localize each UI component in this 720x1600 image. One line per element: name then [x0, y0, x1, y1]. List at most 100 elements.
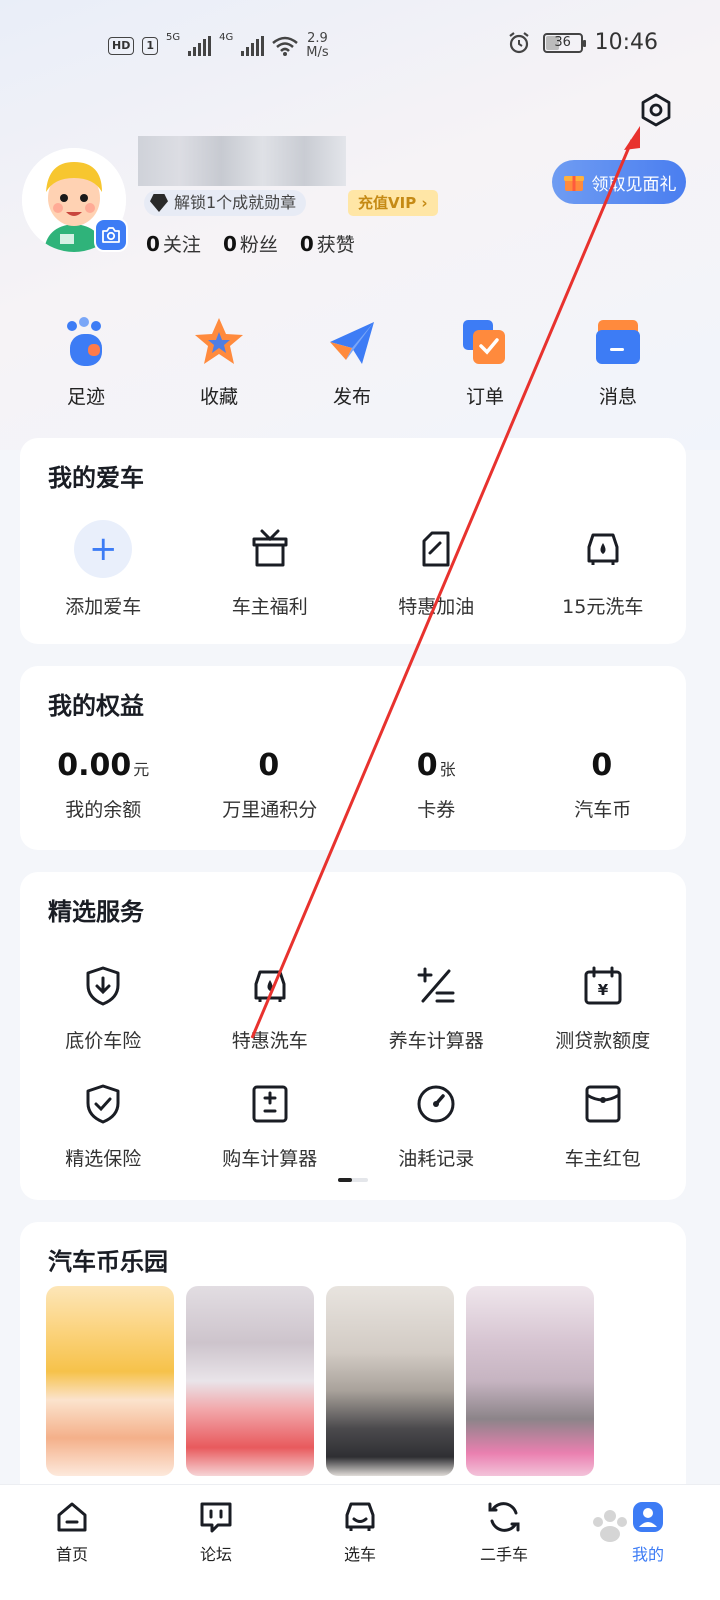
home-icon	[57, 1502, 87, 1532]
benefits-title: 我的权益	[48, 692, 144, 720]
cell-label: 我的余额	[65, 799, 142, 821]
cell-label: 油耗记录	[398, 1148, 475, 1170]
sim-indicator: 1	[142, 37, 158, 55]
discount-fuel-button[interactable]: 特惠加油	[353, 520, 520, 619]
network-speed: 2.9 M/s	[306, 32, 328, 60]
quick-action-favorites[interactable]: 收藏	[174, 314, 264, 409]
service-fuel-record[interactable]: 油耗记录	[353, 1080, 520, 1171]
quick-action-messages[interactable]: 消息	[573, 314, 663, 409]
stat-label: 关注	[162, 234, 201, 256]
battery-level: 36	[554, 34, 571, 50]
vip-arrow: ›	[421, 194, 428, 212]
service-discount-car-wash[interactable]: 特惠洗车	[187, 962, 354, 1053]
cell-label: 万里通积分	[222, 799, 318, 821]
unit: 张	[439, 760, 456, 779]
cell-label: 养车计算器	[388, 1030, 484, 1052]
calculator-icon	[417, 967, 455, 1003]
claim-gift-button[interactable]: 领取见面礼	[552, 160, 686, 204]
product-tile-3[interactable]	[326, 1286, 454, 1476]
settings-button[interactable]	[636, 90, 676, 130]
product-tile-2[interactable]	[186, 1286, 314, 1476]
service-loan-quota[interactable]: ¥ 测贷款额度	[520, 962, 687, 1053]
nav-select-car[interactable]: 选车	[288, 1485, 432, 1600]
nav-label: 选车	[343, 1545, 376, 1564]
cell-label: 添加爱车	[65, 596, 142, 618]
stat-following[interactable]: 0 关注	[146, 230, 201, 257]
stat-followers[interactable]: 0 粉丝	[223, 230, 278, 257]
add-car-button[interactable]: + 添加爱车	[20, 520, 187, 619]
signal-icon	[188, 36, 212, 56]
cell-label: 精选保险	[65, 1148, 142, 1170]
nav-home[interactable]: 首页	[0, 1485, 144, 1600]
car-coins-item[interactable]: 0 汽车币	[520, 748, 687, 822]
watermark-logo	[593, 1510, 627, 1542]
nav-label: 论坛	[199, 1545, 232, 1564]
quick-action-label: 发布	[332, 386, 371, 408]
camera-icon	[102, 227, 120, 243]
cell-label: 车主红包	[564, 1148, 641, 1170]
quick-action-orders[interactable]: 订单	[440, 314, 530, 409]
my-car-card: 我的爱车 + 添加爱车 车主福利 特惠加油 15元洗车	[20, 438, 686, 644]
wifi-icon	[272, 36, 299, 56]
service-maintenance-calculator[interactable]: 养车计算器	[353, 962, 520, 1053]
cell-label: 购车计算器	[222, 1148, 318, 1170]
services-title: 精选服务	[48, 898, 144, 926]
gift-icon	[563, 176, 584, 191]
unit: 元	[133, 760, 150, 779]
number: 0	[416, 748, 438, 783]
network-4g-label: 4G	[219, 32, 234, 43]
quick-action-label: 收藏	[199, 386, 238, 408]
quick-actions: 足迹 收藏 发布 订单 消息	[0, 314, 720, 414]
plus-icon: +	[74, 520, 133, 578]
red-envelope-icon	[585, 1085, 621, 1123]
car-wash-icon	[254, 970, 286, 1002]
cell-label: 卡券	[417, 799, 456, 821]
speed-unit: M/s	[306, 45, 329, 60]
clock: 10:46	[594, 30, 658, 55]
settings-hexagon-icon	[641, 93, 671, 127]
svg-text:¥: ¥	[598, 981, 609, 999]
service-low-price-insurance[interactable]: 底价车险	[20, 962, 187, 1053]
vip-recharge-button[interactable]: 充值VIP ›	[348, 190, 438, 216]
coin-park-title: 汽车币乐园	[48, 1248, 168, 1276]
service-owner-red-envelope[interactable]: 车主红包	[520, 1080, 687, 1171]
stat-likes[interactable]: 0 获赞	[300, 230, 355, 257]
cell-label: 汽车币	[574, 799, 632, 821]
service-purchase-calculator[interactable]: 购车计算器	[187, 1080, 354, 1171]
car-wash-15-button[interactable]: 15元洗车	[520, 520, 687, 619]
cell-label: 15元洗车	[562, 596, 644, 618]
quick-action-publish[interactable]: 发布	[307, 314, 397, 409]
cell-label: 底价车险	[65, 1030, 142, 1052]
username-blurred	[138, 136, 346, 186]
benefits-card: 我的权益 0.00 元 我的余额 0 万里通积分 0张 卡券 0 汽车币	[20, 666, 686, 850]
page-indicator	[338, 1178, 368, 1182]
order-icon	[463, 320, 505, 364]
calculator-box-icon	[252, 1085, 288, 1123]
forum-icon	[200, 1502, 232, 1533]
service-selected-insurance[interactable]: 精选保险	[20, 1080, 187, 1171]
change-avatar-button[interactable]	[94, 218, 128, 252]
stat-count: 0	[222, 232, 237, 256]
quick-action-label: 消息	[598, 386, 637, 408]
alarm-icon	[508, 31, 529, 53]
quick-action-footprint[interactable]: 足迹	[41, 314, 131, 409]
signal-icon-2	[241, 36, 265, 56]
hd-indicator: HD	[108, 37, 135, 55]
quick-action-label: 足迹	[66, 386, 105, 408]
gift-label: 领取见面礼	[591, 174, 677, 195]
nav-forum[interactable]: 论坛	[144, 1485, 288, 1600]
product-tile-1[interactable]	[46, 1286, 174, 1476]
network-5g-label: 5G	[166, 32, 181, 43]
car-coins-value: 0	[520, 748, 687, 783]
owner-benefits-button[interactable]: 车主福利	[187, 520, 354, 619]
star-icon	[195, 318, 243, 364]
points-item[interactable]: 0 万里通积分	[187, 748, 354, 822]
number: 0.00	[57, 748, 132, 783]
balance-item[interactable]: 0.00 元 我的余额	[20, 748, 187, 822]
medal-achievement-pill[interactable]: 解锁1个成就勋章	[144, 190, 307, 216]
product-tile-4[interactable]	[466, 1286, 594, 1476]
coupons-item[interactable]: 0张 卡券	[353, 748, 520, 822]
stat-count: 0	[299, 232, 314, 256]
footprint-icon	[67, 317, 102, 366]
stat-count: 0	[146, 232, 160, 256]
